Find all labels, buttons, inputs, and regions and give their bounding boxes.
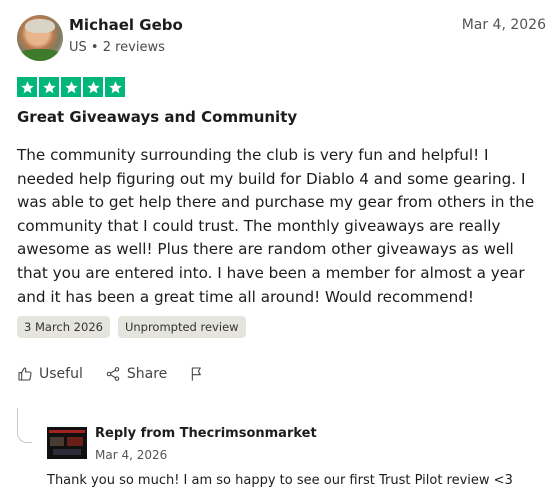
avatar-hair bbox=[25, 19, 55, 33]
share-button[interactable]: Share bbox=[105, 366, 167, 382]
share-label: Share bbox=[126, 366, 168, 382]
review-tags: 3 March 2026 Unprompted review bbox=[17, 316, 246, 338]
star-icon bbox=[39, 77, 59, 97]
reviewer-meta: US • 2 reviews bbox=[69, 40, 165, 55]
reply-date: Mar 4, 2026 bbox=[95, 448, 168, 462]
thumbs-up-icon bbox=[18, 367, 32, 381]
review-date: Mar 4, 2026 bbox=[461, 17, 546, 33]
review-actions: Useful Share bbox=[17, 366, 227, 382]
report-button[interactable] bbox=[189, 366, 205, 382]
reply-text: Thank you so much! I am so happy to see … bbox=[47, 473, 513, 488]
star-icon bbox=[83, 77, 103, 97]
star-icon bbox=[105, 77, 125, 97]
flag-icon bbox=[192, 367, 202, 381]
reply-heading: Reply from Thecrimsonmarket bbox=[95, 426, 317, 441]
experience-date-badge: 3 March 2026 bbox=[17, 316, 110, 338]
share-icon bbox=[106, 367, 120, 381]
company-logo bbox=[47, 427, 87, 459]
review-title: Great Giveaways and Community bbox=[17, 108, 298, 126]
review-body: The community surrounding the club is ve… bbox=[17, 146, 535, 306]
reviewer-avatar[interactable] bbox=[17, 15, 63, 61]
star-icon bbox=[17, 77, 37, 97]
star-icon bbox=[61, 77, 81, 97]
reply-connector bbox=[17, 408, 32, 443]
unprompted-review-badge[interactable]: Unprompted review bbox=[117, 316, 246, 338]
star-rating bbox=[17, 77, 125, 97]
useful-label: Useful bbox=[39, 366, 83, 382]
useful-button[interactable]: Useful bbox=[17, 366, 83, 382]
avatar-shirt bbox=[19, 49, 61, 61]
reviewer-name[interactable]: Michael Gebo bbox=[69, 16, 183, 34]
